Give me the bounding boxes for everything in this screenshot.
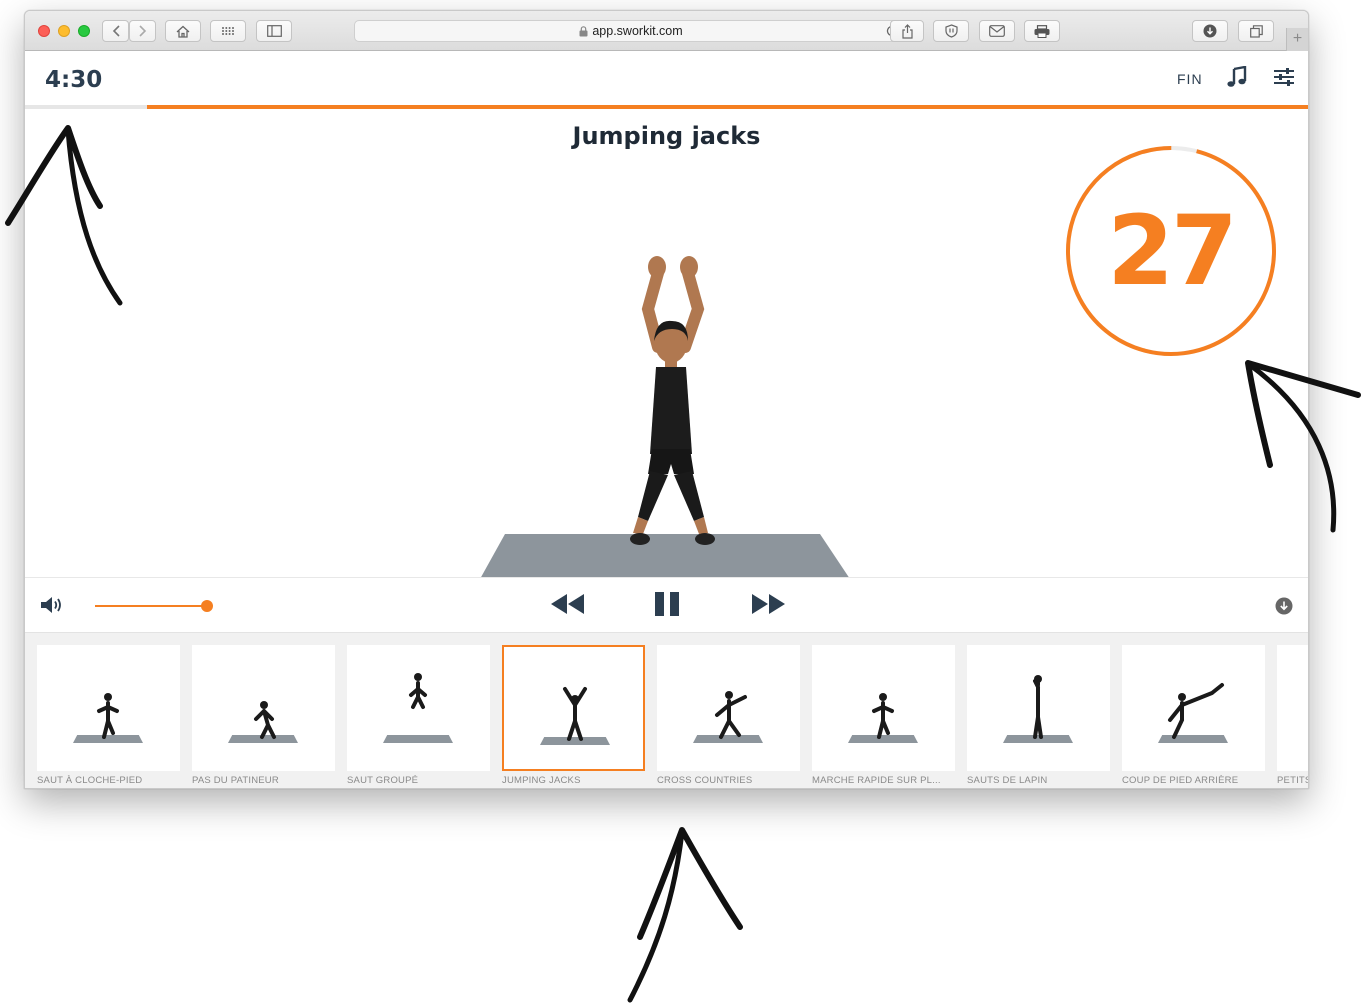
url-text: app.sworkit.com <box>592 24 683 38</box>
tabs-icon <box>1249 24 1263 38</box>
window-minimize-button[interactable] <box>58 25 70 37</box>
exercise-thumbnail-label: CROSS COUNTRIES <box>657 775 753 786</box>
exercise-thumbnail-label: MARCHE RAPIDE SUR PL... <box>812 775 941 786</box>
player-controls <box>25 577 1308 633</box>
download-icon <box>1203 24 1217 38</box>
volume-slider-handle[interactable] <box>201 600 213 612</box>
forward-icon <box>138 25 146 37</box>
workout-header: 4:30 FIN <box>25 51 1308 107</box>
exercise-stage: Jumping jacks 27 <box>25 109 1308 579</box>
exercise-thumbnail-figure <box>97 693 119 739</box>
exercise-thumbnail-image <box>502 645 645 771</box>
exercise-mat <box>480 534 850 579</box>
annotation-arrow-counter <box>1245 360 1361 533</box>
back-button[interactable] <box>102 20 129 42</box>
exercise-strip: SAUT À CLOCHE-PIED PAS DU PATINEUR SAUT GR… <box>25 633 1309 788</box>
exercise-thumbnail-figure <box>872 693 894 739</box>
downloads-button[interactable] <box>1192 20 1228 42</box>
exercise-thumbnail-label: SAUT À CLOCHE-PIED <box>37 775 143 786</box>
volume-slider[interactable] <box>95 600 213 612</box>
exercise-thumbnail-figure <box>1277 645 1309 771</box>
exercise-thumbnail-figure <box>563 687 587 741</box>
exercise-thumbnail-image <box>657 645 800 771</box>
exercise-thumbnail-image <box>812 645 955 771</box>
exercise-thumbnail[interactable]: MARCHE RAPIDE SUR PL... <box>812 645 955 786</box>
rewind-icon[interactable] <box>550 592 586 616</box>
grid-icon <box>222 27 234 35</box>
exercise-thumbnail-figure <box>715 691 747 739</box>
finish-button[interactable]: FIN <box>1177 71 1203 87</box>
forward-button[interactable] <box>129 20 156 42</box>
window-close-button[interactable] <box>38 25 50 37</box>
exercise-thumbnail-image <box>192 645 335 771</box>
exercise-thumbnail-label: SAUTS DE LAPIN <box>967 775 1048 786</box>
annotation-arrow-timer <box>5 125 123 306</box>
exercise-thumbnail-image <box>37 645 180 771</box>
exercise-thumbnail[interactable]: SAUT À CLOCHE-PIED <box>37 645 180 786</box>
mail-button[interactable] <box>979 20 1015 42</box>
volume-icon[interactable] <box>40 595 64 615</box>
address-bar[interactable]: app.sworkit.com <box>354 20 908 42</box>
exercise-thumbnail[interactable]: CROSS COUNTRIES <box>657 645 800 786</box>
exercise-thumbnail-label: COUP DE PIED ARRIÈRE <box>1122 775 1239 786</box>
exercise-thumbnail-label: JUMPING JACKS <box>502 775 581 786</box>
share-button[interactable] <box>890 20 924 42</box>
fast-forward-icon[interactable] <box>750 592 786 616</box>
home-icon <box>176 25 190 38</box>
annotation-arrow-strip <box>627 827 743 1003</box>
exercise-thumbnail[interactable]: SAUTS DE LAPIN <box>967 645 1110 786</box>
print-icon <box>1034 24 1050 38</box>
apps-button[interactable] <box>210 20 246 42</box>
exercise-thumbnail-label: PETITS <box>1277 775 1309 786</box>
print-button[interactable] <box>1024 20 1060 42</box>
sidebar-icon <box>266 25 282 37</box>
exercise-thumbnail[interactable]: SAUT GROUPÉ <box>347 645 490 786</box>
new-tab-button[interactable]: + <box>1286 28 1308 51</box>
exercise-thumbnail-figure <box>254 701 276 739</box>
tabs-overview-button[interactable] <box>1238 20 1274 42</box>
rep-counter: 27 <box>1063 143 1279 359</box>
shield-icon <box>944 24 958 38</box>
exercise-thumbnail-figure <box>1033 675 1043 739</box>
extension-button[interactable] <box>933 20 969 42</box>
exercise-thumbnail-label: PAS DU PATINEUR <box>192 775 279 786</box>
exercise-thumbnail-image <box>967 645 1110 771</box>
home-button[interactable] <box>165 20 201 42</box>
window-maximize-button[interactable] <box>78 25 90 37</box>
browser-toolbar: app.sworkit.com + <box>25 11 1308 51</box>
browser-window: app.sworkit.com + 4:30 FIN Jumping jacks… <box>24 10 1309 789</box>
exercise-thumbnail-image <box>1277 645 1309 771</box>
exercise-thumbnail-figure <box>409 673 427 709</box>
exercise-thumbnail[interactable]: PETITS <box>1277 645 1309 786</box>
exercise-video <box>480 256 850 579</box>
exercise-thumbnail[interactable]: PAS DU PATINEUR <box>192 645 335 786</box>
back-icon <box>112 25 120 37</box>
lock-icon <box>579 25 588 36</box>
rep-counter-value: 27 <box>1107 195 1238 307</box>
exercise-thumbnail-figure <box>1168 683 1224 739</box>
workout-timer: 4:30 <box>45 67 103 93</box>
share-icon <box>901 23 913 39</box>
exercise-thumbnail-image <box>1122 645 1265 771</box>
mail-icon <box>989 25 1005 37</box>
settings-icon[interactable] <box>1273 68 1295 86</box>
pause-icon[interactable] <box>653 590 681 618</box>
exercise-thumbnail[interactable]: JUMPING JACKS <box>502 645 645 786</box>
scroll-down-icon[interactable] <box>1275 597 1293 615</box>
exercise-thumbnail-label: SAUT GROUPÉ <box>347 775 419 786</box>
exercise-thumbnail-image <box>347 645 490 771</box>
sidebar-button[interactable] <box>256 20 292 42</box>
exercise-thumbnail[interactable]: COUP DE PIED ARRIÈRE <box>1122 645 1265 786</box>
music-icon[interactable] <box>1226 66 1248 88</box>
